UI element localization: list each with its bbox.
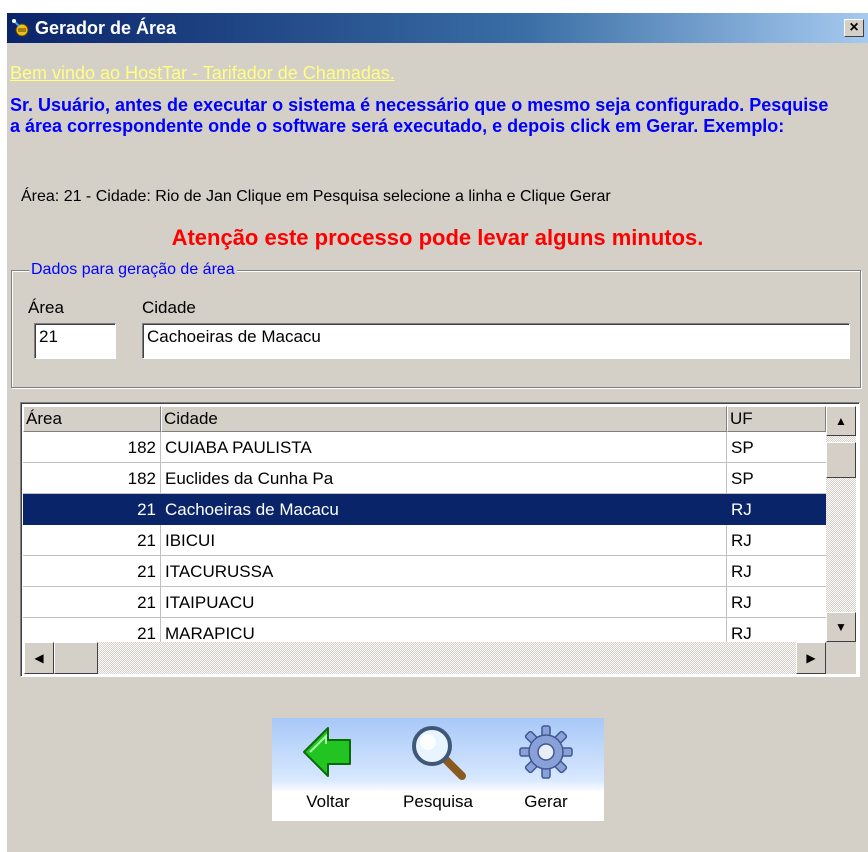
cell-uf: RJ [727, 494, 826, 525]
scroll-left-button[interactable]: ◀ [24, 642, 54, 674]
area-input[interactable]: 21 [34, 323, 116, 359]
table-row[interactable]: 21 MARAPICU RJ [23, 618, 826, 642]
group-legend: Dados para geração de área [29, 261, 237, 279]
generate-label: Gerar [524, 792, 568, 811]
table-row[interactable]: 182 CUIABA PAULISTA SP [23, 432, 826, 463]
window-title: Gerador de Área [35, 18, 177, 38]
cell-city: ITAIPUACU [161, 587, 727, 618]
warning-text: Atenção este processo pode levar alguns … [171, 225, 704, 250]
cell-uf: SP [727, 463, 826, 494]
cell-city: CUIABA PAULISTA [161, 432, 727, 463]
column-header-city[interactable]: Cidade [161, 406, 727, 432]
area-label: Área [28, 298, 64, 317]
scroll-up-button[interactable]: ▲ [826, 406, 856, 436]
cell-uf: RJ [727, 618, 826, 642]
cell-area: 21 [23, 587, 161, 618]
example-text: Área: 21 - Cidade: Rio de Jan Clique em … [21, 188, 611, 205]
instructions-text: Sr. Usuário, antes de executar o sistema… [10, 95, 829, 136]
cell-city: MARAPICU [161, 618, 727, 642]
scroll-right-button[interactable]: ▶ [796, 642, 826, 674]
magnifier-icon [412, 726, 466, 780]
cell-area: 182 [23, 463, 161, 494]
cell-uf: RJ [727, 587, 826, 618]
vertical-scrollbar[interactable]: ▲ ▼ [826, 406, 856, 642]
cell-area: 182 [23, 432, 161, 463]
table-row[interactable]: 21 ITAIPUACU RJ [23, 587, 826, 618]
cell-city: ITACURUSSA [161, 556, 727, 587]
app-icon [12, 19, 29, 37]
cell-city: IBICUI [161, 525, 727, 556]
cell-area: 21 [23, 525, 161, 556]
search-button[interactable]: Pesquisa [388, 718, 488, 821]
cell-area: 21 [23, 556, 161, 587]
scrollbar-corner [826, 642, 856, 674]
back-button[interactable]: Voltar [278, 718, 378, 821]
title-bar[interactable]: Gerador de Área × [7, 13, 868, 43]
close-button[interactable]: × [844, 19, 864, 37]
horizontal-scrollbar[interactable]: ◀ ▶ [24, 642, 826, 674]
column-header-uf[interactable]: UF [727, 406, 826, 432]
table-row-selected[interactable]: 21 Cachoeiras de Macacu RJ [23, 494, 826, 525]
city-label: Cidade [142, 298, 196, 317]
arrow-left-icon [303, 727, 351, 777]
scroll-thumb-horizontal[interactable] [54, 642, 98, 674]
cell-city: Cachoeiras de Macacu [161, 494, 727, 525]
cell-city: Euclides da Cunha Pa [161, 463, 727, 494]
cell-area: 21 [23, 618, 161, 642]
cell-area: 21 [23, 494, 161, 525]
back-label: Voltar [306, 792, 350, 811]
action-toolbar: Voltar Pesquisa Gerar [272, 718, 604, 821]
cell-uf: RJ [727, 556, 826, 587]
welcome-link[interactable]: Bem vindo ao HostTar - Tarifador de Cham… [10, 63, 395, 83]
generate-button[interactable]: Gerar [496, 718, 596, 821]
results-grid[interactable]: Área Cidade UF 182 CUIABA PAULISTA SP 18… [20, 402, 860, 677]
cell-uf: SP [727, 432, 826, 463]
table-row[interactable]: 21 ITACURUSSA RJ [23, 556, 826, 587]
scroll-thumb-vertical[interactable] [826, 442, 856, 478]
cell-uf: RJ [727, 525, 826, 556]
search-label: Pesquisa [403, 792, 473, 811]
gear-icon [519, 725, 573, 779]
gerador-area-window: Gerador de Área × Bem vindo ao HostTar -… [7, 13, 868, 852]
city-input[interactable]: Cachoeiras de Macacu [142, 323, 850, 359]
scroll-down-button[interactable]: ▼ [826, 612, 856, 642]
table-row[interactable]: 21 IBICUI RJ [23, 525, 826, 556]
column-header-area[interactable]: Área [23, 406, 161, 432]
table-row[interactable]: 182 Euclides da Cunha Pa SP [23, 463, 826, 494]
